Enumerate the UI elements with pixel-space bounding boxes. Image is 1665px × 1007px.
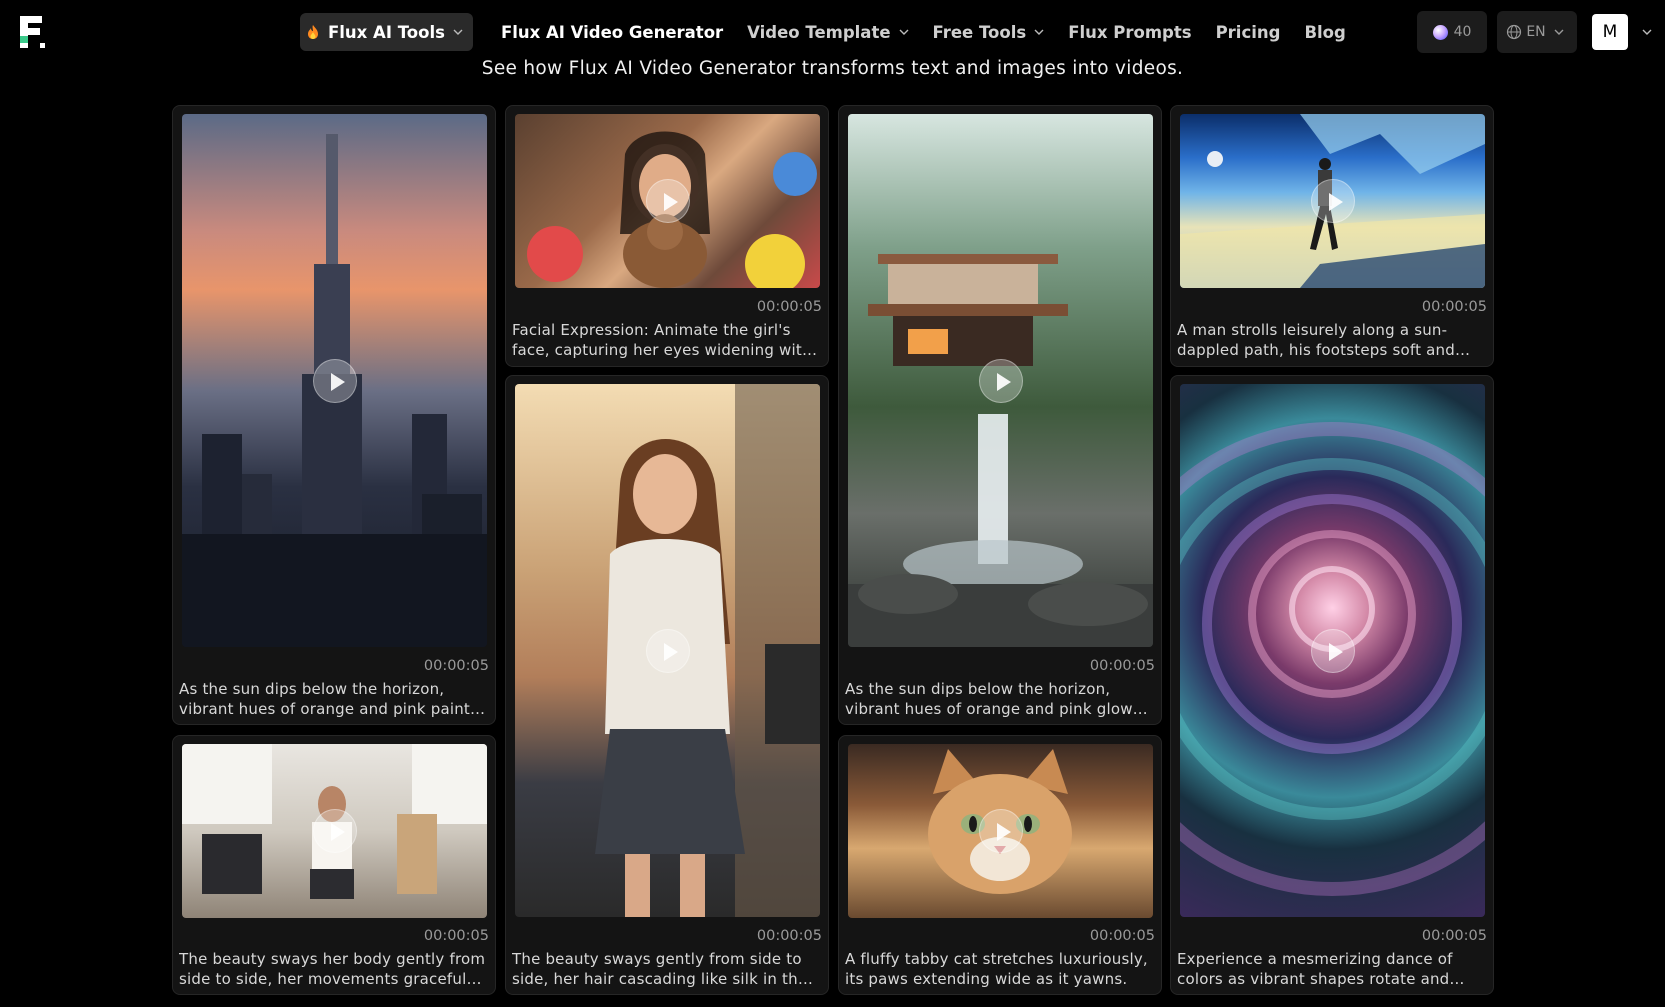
video-duration: 00:00:05 [423,658,489,674]
video-caption: As the sun dips below the horizon, vibra… [845,680,1133,718]
video-card[interactable]: 00:00:05 As the sun dips below the horiz… [838,105,1162,725]
video-duration: 00:00:05 [756,299,822,315]
nav-link-video-generator[interactable]: Flux AI Video Generator [489,13,735,51]
video-duration: 00:00:05 [1421,928,1487,944]
credits-orb-icon [1432,24,1448,40]
video-caption: A fluffy tabby cat stretches luxuriously… [845,950,1148,988]
play-icon[interactable] [312,809,357,853]
chevron-down-icon [453,29,463,35]
chevron-down-icon [1554,29,1564,35]
flux-ai-tools-label: Flux AI Tools [328,22,445,42]
video-card[interactable]: 00:00:05 Facial Expression: Animate the … [505,105,829,367]
chevron-down-icon [899,29,909,35]
play-icon[interactable] [1310,179,1355,223]
nav-link-video-template[interactable]: Video Template [735,13,920,51]
video-duration: 00:00:05 [756,928,822,944]
nav-link-blog[interactable]: Blog [1292,13,1357,51]
video-thumbnail[interactable] [1180,114,1485,288]
top-navigation: Flux AI Tools Flux AI Video Generator Vi… [0,0,1665,64]
video-card[interactable]: 00:00:05 The beauty sways gently from si… [505,375,829,995]
flux-ai-tools-menu[interactable]: Flux AI Tools [300,13,473,51]
video-caption: Facial Expression: Animate the girl's fa… [512,321,812,359]
video-thumbnail[interactable] [1180,384,1485,917]
nav-link-pricing[interactable]: Pricing [1204,13,1293,51]
page-subtitle: See how Flux AI Video Generator transfor… [481,58,1184,79]
chevron-down-icon [1642,29,1652,35]
video-duration: 00:00:05 [1089,658,1155,674]
video-card[interactable]: 00:00:05 The beauty sways her body gentl… [172,735,496,995]
video-card[interactable]: 00:00:05 As the sun dips below the horiz… [172,105,496,725]
language-selector[interactable]: EN [1497,11,1577,53]
video-card[interactable]: 00:00:05 A fluffy tabby cat stretches lu… [838,735,1162,995]
video-thumbnail[interactable] [182,744,487,918]
flame-icon [308,25,318,39]
play-icon[interactable] [645,628,690,673]
globe-icon [1507,24,1522,40]
play-icon[interactable] [978,809,1023,853]
video-duration: 00:00:05 [1421,299,1487,315]
video-thumbnail[interactable] [848,114,1153,647]
nav-link-free-tools[interactable]: Free Tools [921,13,1057,51]
user-menu[interactable]: M [1592,13,1660,51]
video-thumbnail[interactable] [515,114,820,288]
play-icon[interactable] [1310,628,1355,673]
video-card[interactable]: 00:00:05 A man strolls leisurely along a… [1170,105,1494,367]
video-card[interactable]: 00:00:05 Experience a mesmerizing dance … [1170,375,1494,995]
language-label: EN [1526,24,1546,40]
video-thumbnail[interactable] [515,384,820,917]
video-caption: As the sun dips below the horizon, vibra… [179,680,471,718]
nav-link-flux-prompts[interactable]: Flux Prompts [1056,13,1203,51]
video-thumbnail[interactable] [848,744,1153,918]
flux-logo-icon[interactable] [16,12,48,52]
nav-links: Flux AI Tools Flux AI Video Generator Vi… [300,13,1358,51]
video-caption: The beauty sways gently from side to sid… [512,950,808,988]
video-thumbnail[interactable] [182,114,487,647]
play-icon[interactable] [978,358,1023,403]
play-icon[interactable] [645,179,690,223]
avatar[interactable]: M [1592,14,1628,50]
video-caption: A man strolls leisurely along a sun-dapp… [1177,321,1455,359]
credits-count: 40 [1453,24,1472,40]
video-caption: The beauty sways her body gently from si… [179,950,486,988]
chevron-down-icon [1034,29,1044,35]
video-duration: 00:00:05 [1089,928,1155,944]
video-caption: Experience a mesmerizing dance of colors… [1177,950,1453,988]
credits-badge[interactable]: 40 [1417,11,1487,53]
video-duration: 00:00:05 [423,928,489,944]
play-icon[interactable] [312,358,357,403]
